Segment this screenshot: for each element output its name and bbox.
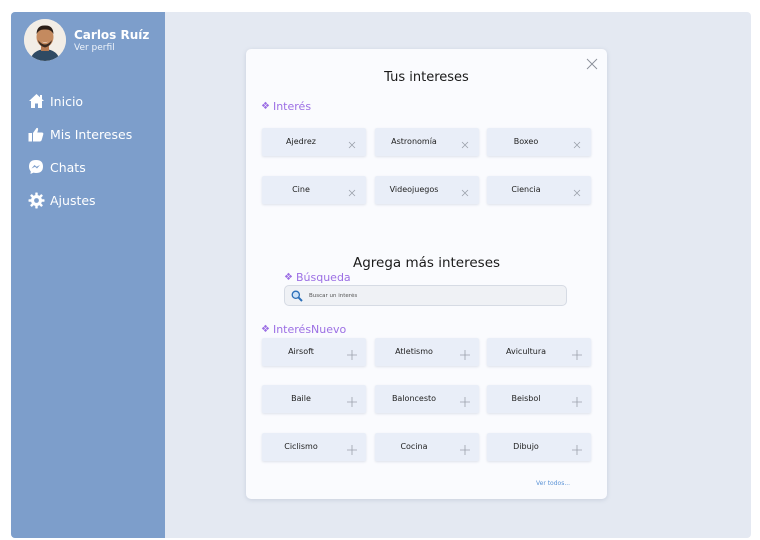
chip-label: Boxeo [513, 137, 539, 146]
add-icon[interactable] [346, 441, 358, 455]
remove-icon[interactable] [571, 184, 583, 197]
nav-item-mis-intereses[interactable]: Mis Intereses [27, 125, 132, 143]
app-window: Carlos Ruíz Ver perfil Inicio Mis Intere… [11, 12, 751, 538]
user-name: Carlos Ruíz [74, 28, 150, 42]
interest-chip[interactable]: Ciencia [487, 176, 591, 204]
interest-chip[interactable]: Ajedrez [262, 128, 366, 156]
section-label-text: Búsqueda [295, 271, 351, 284]
profile-link[interactable]: Ver perfil [74, 43, 115, 53]
chip-label: Airsoft [288, 347, 314, 356]
search-icon [291, 290, 303, 302]
close-icon [586, 58, 598, 70]
add-interests-title: Agrega más intereses [352, 255, 501, 271]
interests-modal: Tus intereses ❖ Interés Ajedrez Astronom… [246, 49, 607, 499]
user-portrait-icon [24, 19, 66, 61]
thumbs-up-icon [27, 125, 45, 143]
nav-label: Chats [50, 159, 86, 175]
nav-label: Inicio [50, 93, 84, 109]
chip-label: Avicultura [505, 347, 547, 356]
remove-icon[interactable] [459, 136, 471, 149]
messenger-icon [27, 158, 45, 176]
chip-label: Ciclismo [284, 442, 318, 451]
interest-chip[interactable]: Cine [262, 176, 366, 204]
suggestion-chip[interactable]: Baloncesto [375, 385, 479, 413]
add-icon[interactable] [459, 441, 471, 455]
search-input[interactable] [309, 292, 549, 299]
suggestion-chip[interactable]: Airsoft [262, 338, 366, 366]
suggestion-chip[interactable]: Dibujo [487, 433, 591, 461]
interest-chip[interactable]: Astronomía [375, 128, 479, 156]
home-icon [27, 92, 45, 110]
nav-item-inicio[interactable]: Inicio [27, 92, 83, 110]
new-interests-label: ❖ InterésNuevo [261, 323, 346, 336]
diamond-icon: ❖ [261, 101, 270, 112]
chip-label: Cocina [400, 442, 428, 451]
suggestion-chip[interactable]: Baile [262, 385, 366, 413]
chip-label: Videojuegos [389, 185, 439, 194]
nav-item-chats[interactable]: Chats [27, 158, 86, 176]
avatar[interactable] [24, 19, 66, 61]
chip-label: Ajedrez [286, 137, 316, 146]
add-icon[interactable] [571, 441, 583, 455]
add-icon[interactable] [346, 346, 358, 360]
interest-chip[interactable]: Videojuegos [375, 176, 479, 204]
add-icon[interactable] [346, 393, 358, 407]
chip-label: Astronomía [391, 137, 437, 146]
modal-title: Tus intereses [384, 70, 469, 85]
section-label-text: InterésNuevo [272, 323, 347, 336]
remove-icon[interactable] [459, 184, 471, 197]
current-interests-label: ❖ Interés [261, 100, 311, 113]
chip-label: Baloncesto [391, 394, 437, 403]
add-icon[interactable] [571, 393, 583, 407]
search-section-label: ❖ Búsqueda [284, 271, 351, 284]
chip-label: Atletismo [395, 347, 433, 356]
remove-icon[interactable] [346, 184, 358, 197]
chip-label: Ciencia [511, 185, 541, 194]
suggestion-chip[interactable]: Ciclismo [262, 433, 366, 461]
section-label-text: Interés [272, 100, 312, 113]
search-box[interactable] [284, 285, 567, 306]
gear-icon [27, 191, 45, 209]
close-button[interactable] [585, 56, 599, 70]
remove-icon[interactable] [571, 136, 583, 149]
suggestion-chip[interactable]: Beisbol [487, 385, 591, 413]
nav-label: Ajustes [50, 192, 96, 208]
sidebar: Carlos Ruíz Ver perfil Inicio Mis Intere… [11, 12, 165, 538]
diamond-icon: ❖ [261, 324, 270, 335]
add-icon[interactable] [459, 393, 471, 407]
suggestion-chip[interactable]: Cocina [375, 433, 479, 461]
nav-label: Mis Intereses [50, 126, 133, 142]
chip-label: Beisbol [511, 394, 541, 403]
see-all-link[interactable]: Ver todos... [536, 480, 570, 487]
chip-label: Dibujo [513, 442, 539, 451]
diamond-icon: ❖ [284, 272, 293, 283]
interest-chip[interactable]: Boxeo [487, 128, 591, 156]
add-icon[interactable] [459, 346, 471, 360]
chip-label: Cine [292, 185, 310, 194]
add-icon[interactable] [571, 346, 583, 360]
nav-item-ajustes[interactable]: Ajustes [27, 191, 96, 209]
suggestion-chip[interactable]: Avicultura [487, 338, 591, 366]
suggestion-chip[interactable]: Atletismo [375, 338, 479, 366]
chip-label: Baile [291, 394, 311, 403]
remove-icon[interactable] [346, 136, 358, 149]
